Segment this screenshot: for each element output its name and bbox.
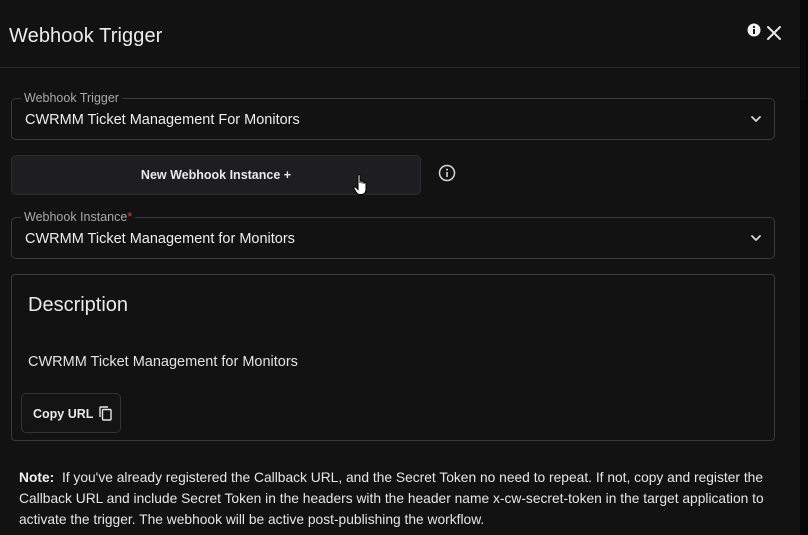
page-title: Webhook Trigger	[9, 25, 163, 47]
copy-url-label: Copy URL	[33, 407, 94, 421]
info-outline-icon[interactable]	[438, 164, 456, 182]
panel-header: Webhook Trigger	[0, 0, 800, 68]
webhook-trigger-select[interactable]: Webhook Trigger CWRMM Ticket Management …	[11, 91, 775, 140]
description-card: Description CWRMM Ticket Management for …	[11, 274, 775, 441]
description-text: CWRMM Ticket Management for Monitors	[28, 354, 298, 370]
webhook-instance-label: Webhook Instance*	[21, 210, 136, 224]
webhook-trigger-label: Webhook Trigger	[21, 91, 122, 105]
copy-url-button[interactable]: Copy URL	[21, 393, 121, 433]
webhook-trigger-panel: Webhook Trigger Webhook Trigger CWRMM Ti…	[0, 0, 800, 535]
description-title: Description	[28, 294, 129, 316]
note-body: If you've already registered the Callbac…	[19, 470, 764, 527]
chevron-down-icon	[751, 235, 761, 241]
note-text: Note: If you've already registered the C…	[19, 467, 779, 530]
webhook-instance-select[interactable]: Webhook Instance* CWRMM Ticket Managemen…	[11, 210, 775, 259]
copy-icon	[99, 406, 112, 421]
webhook-trigger-value: CWRMM Ticket Management For Monitors	[25, 112, 300, 128]
webhook-instance-label-text: Webhook Instance	[24, 210, 128, 224]
required-asterisk: *	[127, 210, 133, 224]
webhook-instance-value: CWRMM Ticket Management for Monitors	[25, 231, 295, 247]
info-icon[interactable]	[747, 23, 761, 37]
chevron-down-icon	[751, 116, 761, 122]
note-label: Note:	[19, 470, 55, 485]
close-icon[interactable]	[765, 24, 783, 42]
scrollbar-thumb[interactable]	[801, 40, 806, 100]
hand-pointer-cursor-icon	[353, 174, 367, 195]
